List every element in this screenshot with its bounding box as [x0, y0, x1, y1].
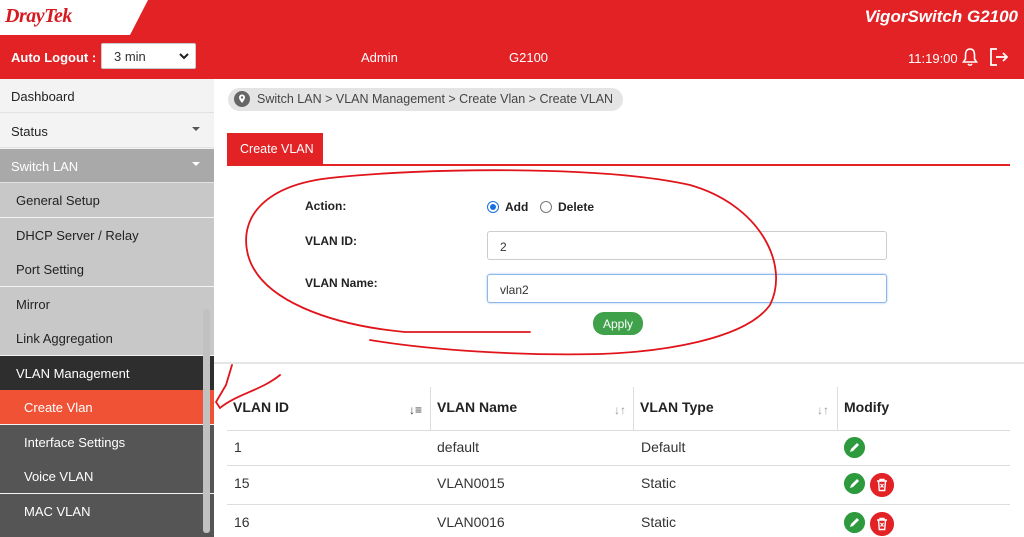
column-header-label: VLAN Type [640, 399, 714, 415]
sidebar-item-general-setup[interactable]: General Setup [0, 183, 214, 217]
cell-vlan-type: Default [641, 439, 686, 455]
caret-down-icon [192, 127, 200, 131]
column-header-label: VLAN Name [437, 399, 518, 415]
breadcrumb-text: Switch LAN > VLAN Management > Create Vl… [257, 92, 614, 106]
edit-icon[interactable] [844, 437, 865, 458]
cell-vlan-name: default [437, 439, 480, 455]
vlan-name-value: vlan2 [500, 283, 529, 297]
sidebar-item-label: Switch LAN [11, 159, 79, 174]
chevron-down-icon [179, 53, 189, 60]
brand-logo[interactable]: DrayTek [0, 0, 148, 35]
product-title: VigorSwitch G2100 [864, 7, 1018, 26]
sidebar-scrollbar[interactable] [203, 309, 210, 533]
status-bar: Auto Logout : 3 min Admin G2100 11:19:00 [0, 35, 1024, 79]
sidebar-item-vlan-management[interactable]: VLAN Management [0, 356, 214, 390]
sidebar-item-label: Dashboard [11, 89, 75, 104]
sidebar-item-dhcp-server-relay[interactable]: DHCP Server / Relay [0, 218, 214, 252]
tab-create-vlan[interactable]: Create VLAN [227, 133, 323, 165]
table-divider [227, 504, 1010, 505]
column-header-vlan-id[interactable]: VLAN ID ↓≡ [227, 387, 430, 431]
sidebar-item-label: VLAN Management [16, 366, 130, 381]
sort-icon[interactable]: ↓↑ [817, 403, 829, 417]
auto-logout-label: Auto Logout : [11, 50, 97, 65]
cell-vlan-type: Static [641, 475, 677, 491]
auto-logout-select[interactable]: 3 min [101, 43, 196, 69]
trash-icon[interactable] [870, 512, 894, 536]
vlan-name-input[interactable]: vlan2 [487, 274, 887, 303]
bell-icon[interactable] [962, 47, 978, 67]
sidebar-item-label: Port Setting [16, 262, 84, 277]
cell-vlan-name: VLAN0015 [437, 475, 505, 491]
cell-vlan-id: 1 [234, 439, 242, 455]
column-header-vlan-name[interactable]: VLAN Name ↓↑ [430, 387, 633, 431]
apply-button[interactable]: Apply [593, 312, 643, 335]
sidebar-item-label: Interface Settings [24, 435, 126, 450]
table-divider [227, 430, 1010, 431]
brand-logo-text: DrayTek [5, 5, 72, 27]
edit-icon[interactable] [844, 473, 865, 494]
cell-vlan-type: Static [641, 514, 677, 530]
action-add-label[interactable]: Add [505, 200, 528, 214]
sidebar-item-label: Voice VLAN [24, 469, 94, 484]
vlan-id-input[interactable]: 2 [487, 231, 887, 260]
vlan-id-value: 2 [500, 240, 507, 254]
vlan-id-label: VLAN ID: [305, 234, 357, 248]
action-delete-radio[interactable] [540, 201, 552, 213]
column-header-label: VLAN ID [233, 399, 289, 415]
logout-icon[interactable] [989, 47, 1009, 67]
sidebar-item-label: MAC VLAN [24, 504, 91, 519]
tab-label: Create VLAN [240, 142, 314, 156]
edit-icon[interactable] [844, 512, 865, 533]
table-divider [227, 465, 1010, 466]
sidebar-item-interface-settings[interactable]: Interface Settings [0, 425, 214, 459]
sidebar-item-label: Create Vlan [24, 400, 93, 415]
column-header-label: Modify [844, 399, 890, 415]
auto-logout-value: 3 min [114, 49, 146, 64]
user-name: Admin [361, 50, 398, 65]
column-header-vlan-type[interactable]: VLAN Type ↓↑ [633, 387, 837, 431]
sidebar-item-mirror[interactable]: Mirror [0, 287, 214, 321]
sidebar-item-label: Mirror [16, 297, 50, 312]
top-header: DrayTek VigorSwitch G2100 [0, 0, 1024, 35]
sidebar-item-label: Status [11, 124, 48, 139]
cell-vlan-id: 16 [234, 514, 250, 530]
sidebar-item-link-aggregation[interactable]: Link Aggregation [0, 321, 214, 355]
caret-down-icon [192, 162, 200, 166]
tab-underline [227, 164, 1010, 166]
section-divider [214, 362, 1024, 364]
action-delete-label[interactable]: Delete [558, 200, 594, 214]
sidebar-item-mac-vlan[interactable]: MAC VLAN [0, 494, 214, 537]
sidebar-item-status[interactable]: Status [0, 114, 214, 148]
sidebar-item-label: General Setup [16, 193, 100, 208]
vlan-name-label: VLAN Name: [305, 276, 378, 290]
location-pin-icon [234, 91, 250, 107]
model-name: G2100 [509, 50, 549, 65]
sort-desc-icon[interactable]: ↓≡ [409, 403, 422, 417]
cell-vlan-id: 15 [234, 475, 250, 491]
sidebar-item-port-setting[interactable]: Port Setting [0, 252, 214, 286]
breadcrumb: Switch LAN > VLAN Management > Create Vl… [228, 88, 623, 111]
clock-time: 11:19:00 [908, 51, 958, 66]
sidebar-item-label: DHCP Server / Relay [16, 228, 139, 243]
sidebar-item-label: Link Aggregation [16, 331, 113, 346]
sidebar-item-switch-lan[interactable]: Switch LAN [0, 149, 214, 183]
sort-icon[interactable]: ↓↑ [614, 403, 626, 417]
trash-icon[interactable] [870, 473, 894, 497]
action-add-radio[interactable] [487, 201, 499, 213]
sidebar-item-create-vlan[interactable]: Create Vlan [0, 390, 214, 424]
column-header-modify: Modify [837, 387, 1010, 431]
sidebar-item-dashboard[interactable]: Dashboard [0, 79, 214, 113]
vigorswitch-page: DrayTek VigorSwitch G2100 Auto Logout : … [0, 0, 1024, 537]
sidebar: Dashboard Status Switch LAN General Setu… [0, 79, 214, 537]
sidebar-item-voice-vlan[interactable]: Voice VLAN [0, 459, 214, 493]
cell-vlan-name: VLAN0016 [437, 514, 505, 530]
action-label: Action: [305, 199, 347, 213]
